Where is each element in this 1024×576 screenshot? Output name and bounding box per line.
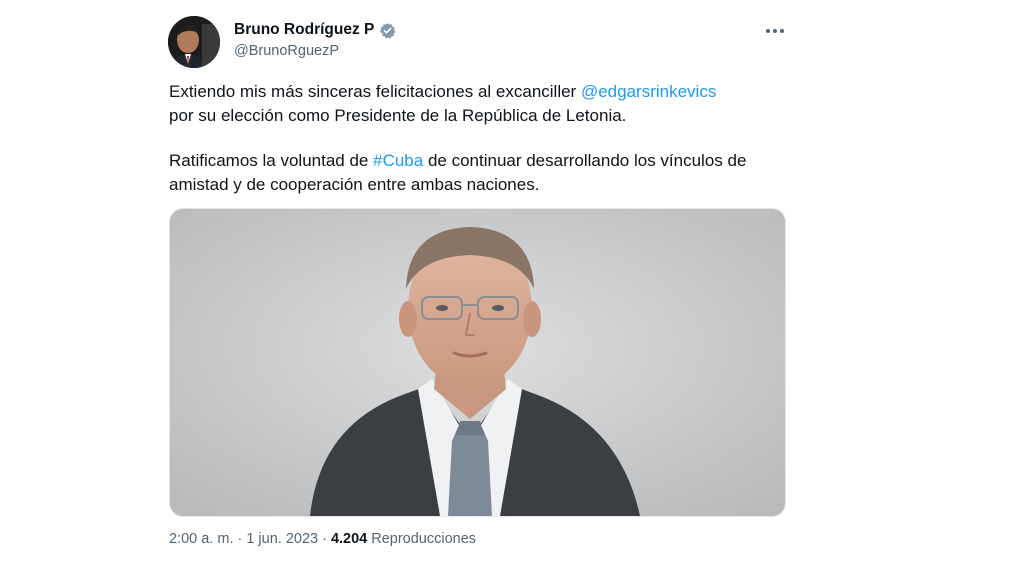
- views-count: 4.204: [330, 531, 368, 547]
- tweet-date[interactable]: 1 jun. 2023: [246, 531, 318, 547]
- views-label: Reproducciones: [371, 531, 477, 547]
- author-handle[interactable]: @BrunoRguezP: [234, 43, 339, 59]
- tweet-card: Bruno Rodríguez P @BrunoRguezP Extiendo …: [0, 0, 1024, 576]
- author-name-row: Bruno Rodríguez P: [234, 21, 396, 39]
- portrait-photo: [170, 209, 785, 516]
- tweet-paragraph-1: Extiendo mis más sinceras felicitaciones…: [169, 80, 789, 127]
- tweet-time[interactable]: 2:00 a. m.: [169, 531, 233, 547]
- tweet-media-photo[interactable]: [169, 208, 786, 517]
- tweet-paragraph-2: Ratificamos la voluntad de #Cuba de cont…: [169, 149, 789, 196]
- author-display-name[interactable]: Bruno Rodríguez P: [234, 21, 374, 39]
- verified-badge-icon: [379, 22, 396, 39]
- more-options-icon[interactable]: [764, 24, 786, 38]
- tweet-meta: 2:00 a. m. · 1 jun. 2023 · 4.204 Reprodu…: [169, 531, 476, 547]
- mention-link[interactable]: @edgarsrinkevics: [581, 82, 716, 101]
- meta-separator: ·: [322, 531, 327, 547]
- meta-separator: ·: [237, 531, 243, 547]
- paragraph-1-continuation: por su elección como Presidente de la Re…: [169, 105, 627, 125]
- hashtag-link[interactable]: #Cuba: [373, 151, 423, 170]
- paragraph-2-text: Ratificamos la voluntad de: [169, 151, 374, 170]
- avatar-image: [168, 16, 220, 68]
- tweet-text: Extiendo mis más sinceras felicitaciones…: [169, 80, 789, 196]
- author-avatar[interactable]: [168, 16, 220, 68]
- paragraph-1-text: Extiendo mis más sinceras felicitaciones…: [169, 82, 581, 101]
